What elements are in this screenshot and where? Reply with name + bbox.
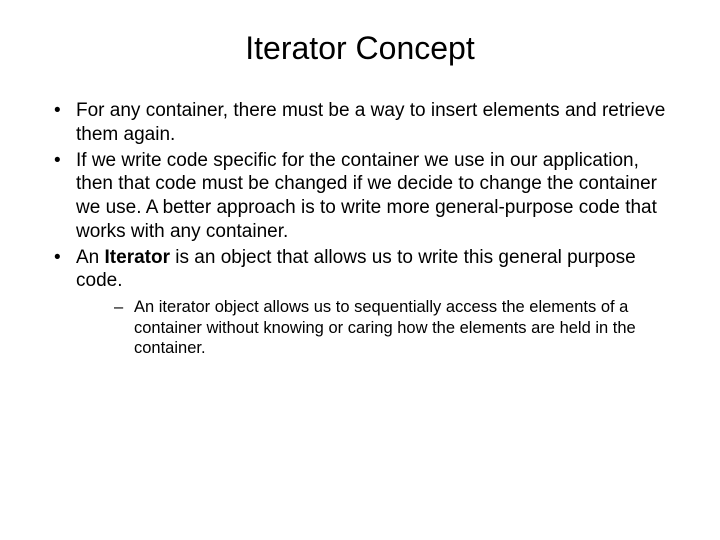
bullet-item: An Iterator is an object that allows us … <box>50 246 678 359</box>
slide-title: Iterator Concept <box>42 30 678 67</box>
bullet-item: If we write code specific for the contai… <box>50 149 678 244</box>
sub-bullet-list: An iterator object allows us to sequenti… <box>76 297 678 359</box>
bullet-text-prefix: An <box>76 247 105 268</box>
sub-bullet-item: An iterator object allows us to sequenti… <box>110 297 678 359</box>
bullet-item: For any container, there must be a way t… <box>50 99 678 147</box>
bullet-text-bold: Iterator <box>105 247 170 268</box>
bullet-list: For any container, there must be a way t… <box>42 99 678 359</box>
